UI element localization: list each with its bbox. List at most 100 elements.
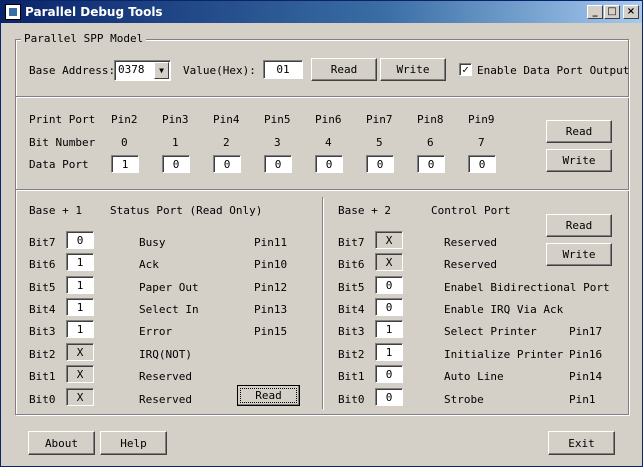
bit-number-label: Bit Number [29, 136, 96, 149]
bit-number: 7 [478, 136, 485, 149]
control-bit-label: Bit5 [338, 281, 365, 294]
control-bit-label: Bit7 [338, 236, 365, 249]
enable-output-checkbox[interactable]: ✓ [459, 63, 472, 76]
separator-middle [16, 189, 628, 190]
print-port-label: Print Port [29, 113, 96, 126]
control-bit-label: Bit1 [338, 370, 365, 383]
status-bit-name: Paper Out [139, 281, 199, 294]
status-bit-label: Bit7 [29, 236, 56, 249]
data-bit-input[interactable]: 0 [417, 155, 445, 173]
app-icon [5, 4, 21, 20]
control-bit-name: Reserved [444, 236, 497, 249]
window-title: Parallel Debug Tools [25, 5, 163, 19]
about-button[interactable]: About [28, 431, 95, 455]
control-bit-label: Bit6 [338, 258, 365, 271]
bit-number: 5 [376, 136, 383, 149]
status-bit-pin: Pin10 [254, 258, 288, 271]
pin-label: Pin8 [417, 113, 444, 126]
status-bit-value: X [66, 343, 94, 361]
control-bit-name: Auto Line [444, 370, 504, 383]
status-bit-label: Bit0 [29, 393, 56, 406]
status-bit-pin: Pin13 [254, 303, 288, 316]
control-bit-value[interactable]: 0 [375, 388, 403, 406]
value-hex-input[interactable]: 01 [263, 60, 303, 79]
pin-label: Pin3 [162, 113, 189, 126]
status-bit-name: Reserved [139, 370, 192, 383]
data-read-button[interactable]: Read [546, 120, 612, 143]
status-bit-label: Bit6 [29, 258, 56, 271]
bit-number: 2 [223, 136, 230, 149]
control-bit-name: Select Printer [444, 325, 537, 338]
control-bit-value: X [375, 231, 403, 249]
control-bit-value[interactable]: 1 [375, 343, 403, 361]
control-bit-value[interactable]: 0 [375, 365, 403, 383]
app-window: Parallel Debug Tools _ □ × Parallel SPP … [0, 0, 643, 467]
control-bit-name: Enabel Bidirectional Port [444, 281, 610, 294]
control-bit-label: Bit4 [338, 303, 365, 316]
status-bit-label: Bit2 [29, 348, 56, 361]
bit-number: 6 [427, 136, 434, 149]
enable-output-label: Enable Data Port Output [477, 64, 630, 77]
title-bar[interactable]: Parallel Debug Tools _ □ × [1, 1, 642, 23]
bit-number: 1 [172, 136, 179, 149]
pin-label: Pin6 [315, 113, 342, 126]
control-bit-value[interactable]: 0 [375, 276, 403, 294]
status-bit-value: X [66, 365, 94, 383]
control-bit-value[interactable]: 1 [375, 320, 403, 338]
data-bit-input[interactable]: 0 [264, 155, 292, 173]
control-bit-pin: Pin17 [569, 325, 603, 338]
control-bit-value[interactable]: 0 [375, 298, 403, 316]
pin-label: Pin5 [264, 113, 291, 126]
control-base-label: Base + 2 [338, 204, 391, 217]
control-bit-pin: Pin14 [569, 370, 603, 383]
control-bit-name: Enable IRQ Via Ack [444, 303, 564, 316]
data-bit-input[interactable]: 1 [111, 155, 139, 173]
control-bit-pin: Pin16 [569, 348, 603, 361]
maximize-button[interactable]: □ [604, 5, 620, 19]
control-write-button[interactable]: Write [546, 243, 612, 266]
separator-vertical [322, 197, 323, 409]
status-read-button[interactable]: Read [237, 385, 300, 406]
status-bit-label: Bit4 [29, 303, 56, 316]
data-bit-input[interactable]: 0 [468, 155, 496, 173]
status-bit-value: 0 [66, 231, 94, 249]
minimize-button[interactable]: _ [587, 5, 603, 19]
status-bit-value: 1 [66, 320, 94, 338]
data-bit-input[interactable]: 0 [213, 155, 241, 173]
data-bit-input[interactable]: 0 [366, 155, 394, 173]
control-read-button[interactable]: Read [546, 214, 612, 237]
pin-label: Pin9 [468, 113, 495, 126]
base-address-combo[interactable]: 0378 ▼ [114, 60, 171, 81]
status-bit-name: Busy [139, 236, 166, 249]
close-button[interactable]: × [623, 5, 639, 19]
status-bit-label: Bit1 [29, 370, 56, 383]
control-port-title: Control Port [431, 204, 511, 217]
help-button[interactable]: Help [100, 431, 167, 455]
pin-label: Pin2 [111, 113, 138, 126]
data-write-button[interactable]: Write [546, 149, 612, 172]
status-bit-pin: Pin11 [254, 236, 288, 249]
control-bit-label: Bit3 [338, 325, 365, 338]
top-write-button[interactable]: Write [380, 58, 446, 81]
status-bit-value: 1 [66, 253, 94, 271]
top-read-button[interactable]: Read [311, 58, 377, 81]
data-port-label: Data Port [29, 158, 89, 171]
data-bit-input[interactable]: 0 [315, 155, 343, 173]
bit-number: 3 [274, 136, 281, 149]
control-bit-name: Reserved [444, 258, 497, 271]
control-bit-label: Bit0 [338, 393, 365, 406]
bit-number: 4 [325, 136, 332, 149]
chevron-down-icon[interactable]: ▼ [154, 62, 169, 79]
pin-label: Pin4 [213, 113, 240, 126]
base-address-label: Base Address: [29, 64, 116, 77]
value-hex-label: Value(Hex): [183, 64, 256, 77]
data-bit-input[interactable]: 0 [162, 155, 190, 173]
pin-label: Pin7 [366, 113, 393, 126]
control-bit-name: Strobe [444, 393, 484, 406]
control-bit-label: Bit2 [338, 348, 365, 361]
exit-button[interactable]: Exit [548, 431, 615, 455]
control-bit-name: Initialize Printer [444, 348, 564, 361]
bit-number: 0 [121, 136, 128, 149]
status-bit-pin: Pin12 [254, 281, 288, 294]
control-bit-value: X [375, 253, 403, 271]
